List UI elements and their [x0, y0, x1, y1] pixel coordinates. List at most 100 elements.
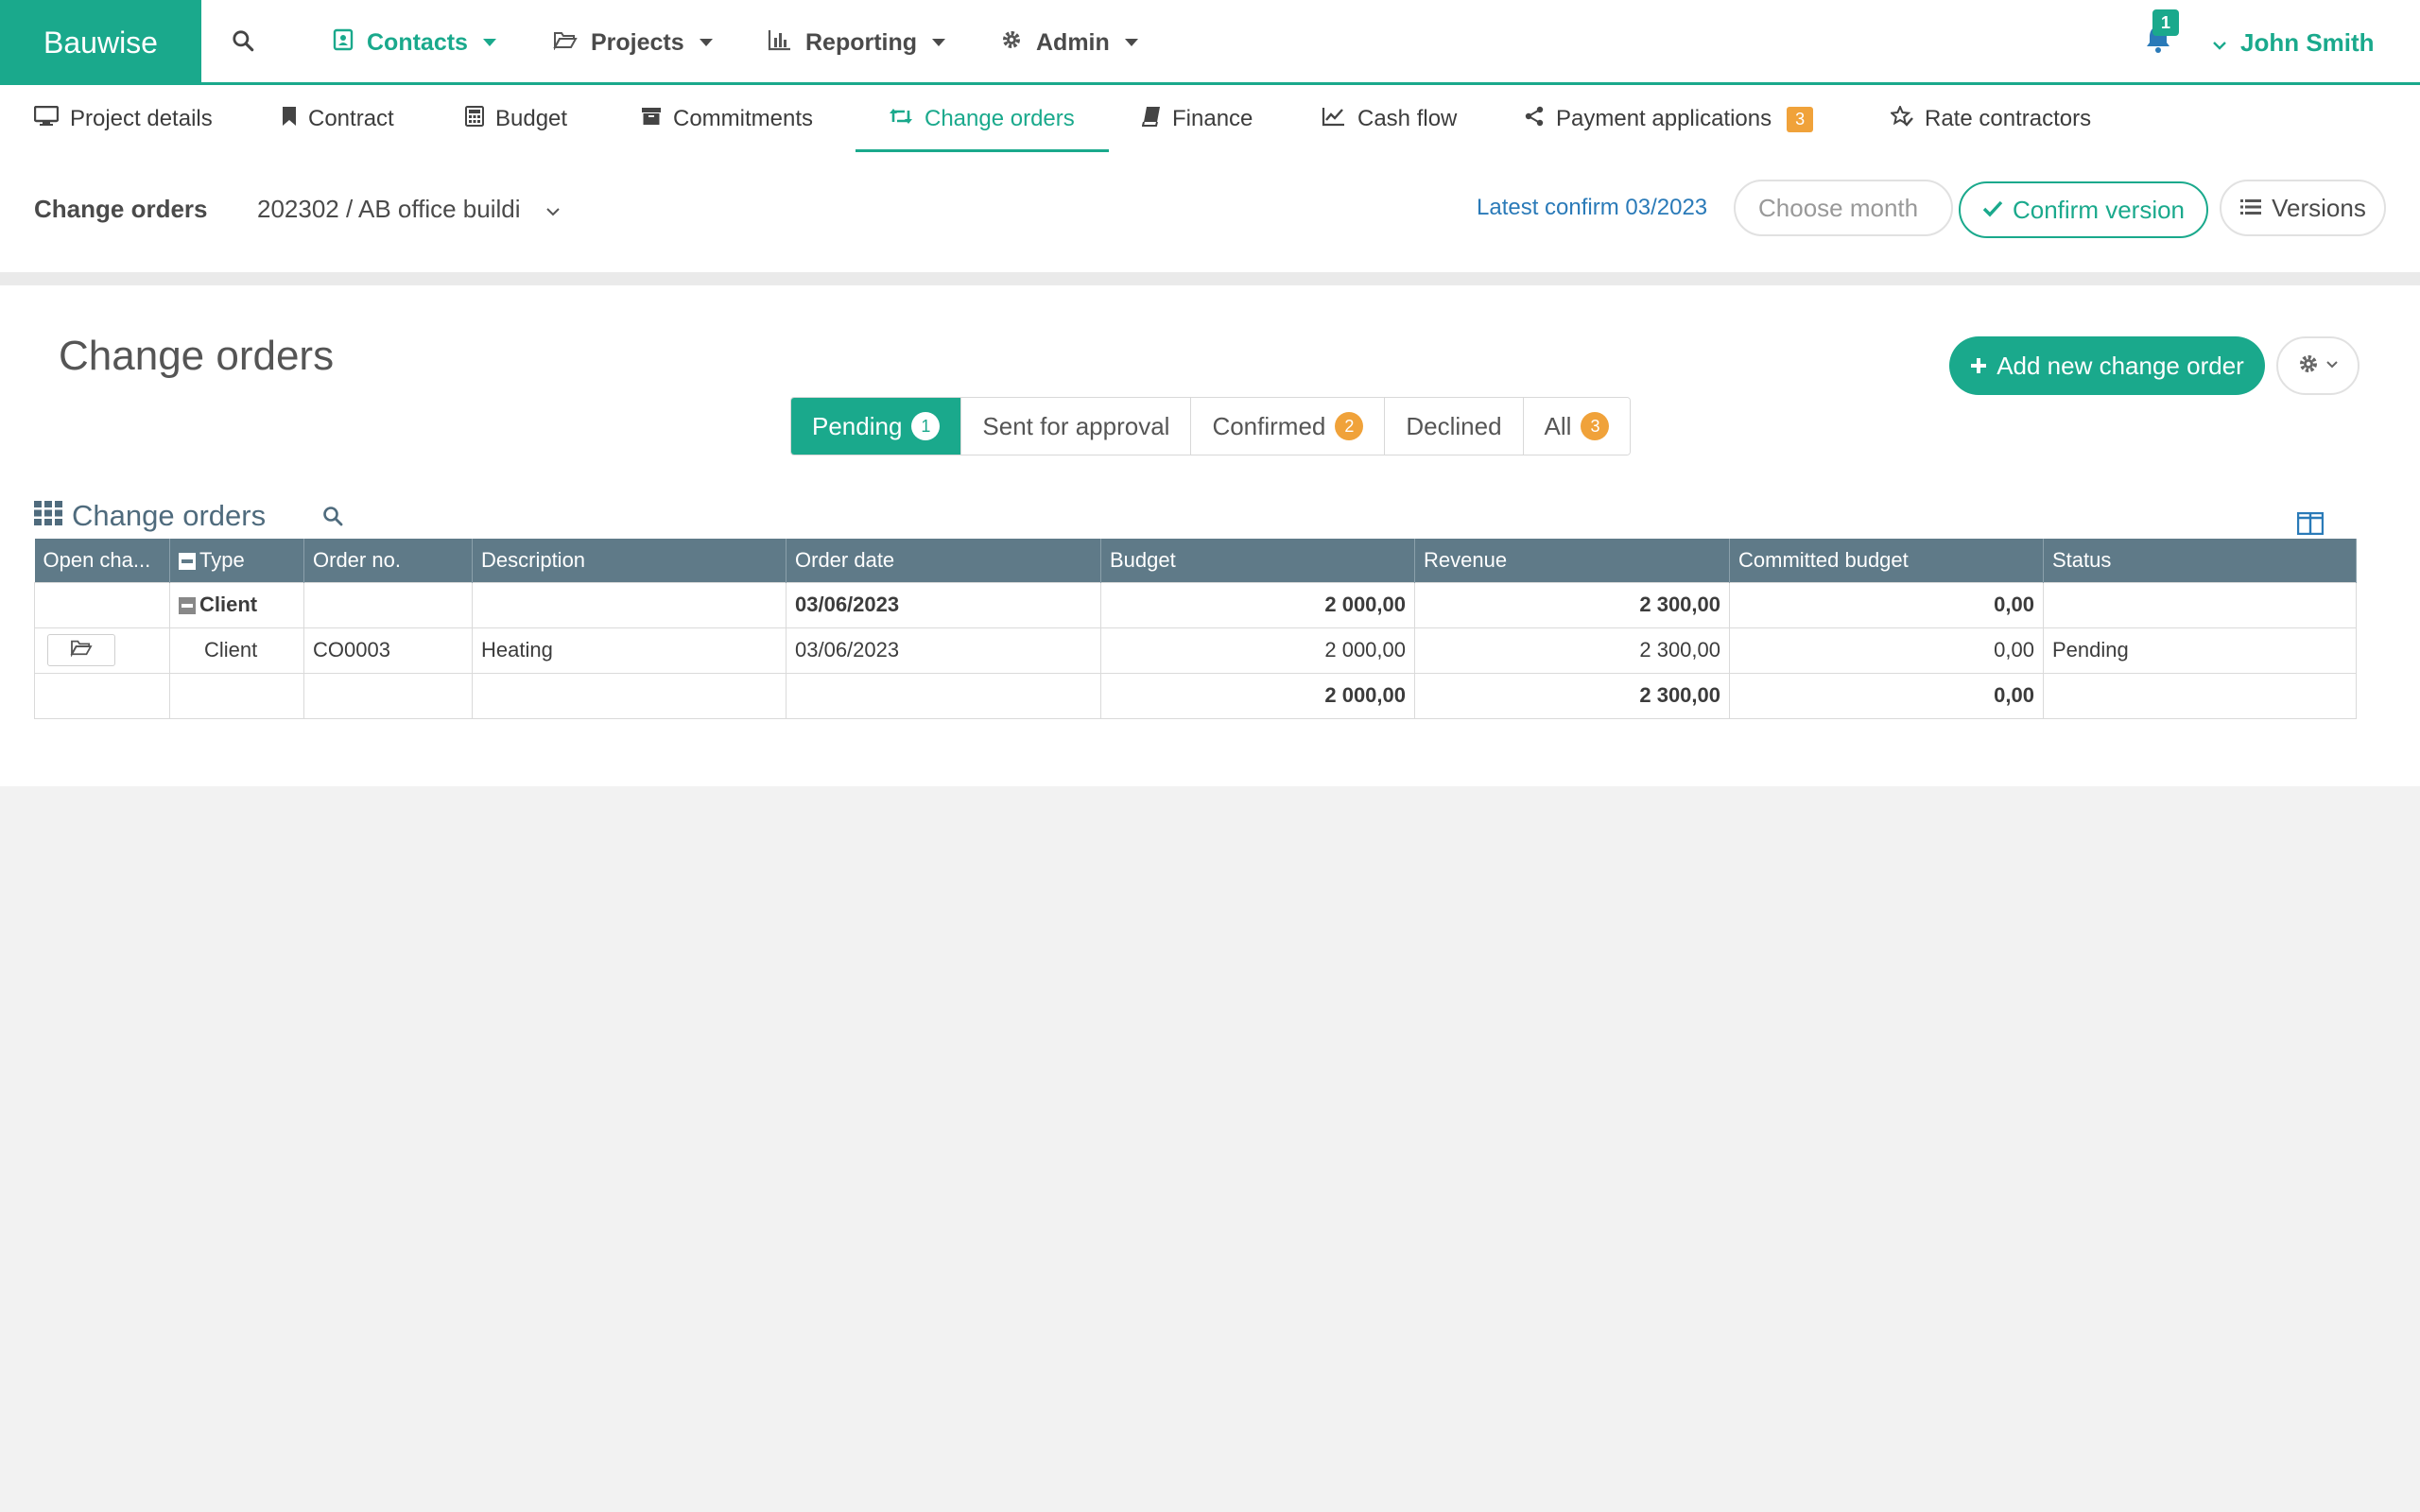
filter-label: Pending	[812, 411, 903, 440]
month-picker-input[interactable]: Choose month	[1734, 180, 1953, 236]
totals-cell-empty	[472, 672, 786, 719]
section-divider	[0, 272, 2420, 285]
grid-icon	[34, 499, 62, 533]
column-header-order-no[interactable]: Order no.	[303, 539, 473, 582]
nav-contacts[interactable]: Contacts	[333, 0, 496, 85]
totals-row: 2 000,00 2 300,00 0,00	[34, 672, 2357, 719]
versions-button[interactable]: Versions	[2220, 180, 2386, 236]
versions-label: Versions	[2272, 193, 2366, 222]
filter-count-badge: 3	[1581, 412, 1610, 440]
calculator-icon	[465, 105, 484, 133]
column-header-type[interactable]: Type	[169, 539, 304, 582]
row-order-no: CO0003	[303, 627, 473, 674]
grid-title: Change orders	[34, 499, 266, 533]
grid-search-icon[interactable]	[321, 505, 344, 532]
group-cell-empty	[2043, 581, 2357, 628]
bookmark-icon	[282, 106, 297, 133]
line-chart-icon	[1322, 106, 1346, 133]
group-committed: 0,00	[1729, 581, 2044, 628]
column-header-status[interactable]: Status	[2043, 539, 2357, 582]
column-header-budget[interactable]: Budget	[1100, 539, 1415, 582]
tab-contract[interactable]: Contract	[282, 85, 394, 153]
confirm-version-label: Confirm version	[2012, 195, 2186, 224]
nav-reporting[interactable]: Reporting	[768, 0, 946, 85]
totals-cell-empty	[303, 672, 473, 719]
grid-settings-button[interactable]	[2276, 336, 2360, 395]
filter-confirmed[interactable]: Confirmed 2	[1191, 398, 1386, 455]
row-revenue: 2 300,00	[1414, 627, 1730, 674]
filter-declined[interactable]: Declined	[1385, 398, 1524, 455]
table-row[interactable]: Client CO0003 Heating 03/06/2023 2 000,0…	[34, 627, 2357, 674]
column-header-revenue[interactable]: Revenue	[1414, 539, 1730, 582]
chevron-down-icon	[545, 195, 561, 224]
column-header-committed-budget[interactable]: Committed budget	[1729, 539, 2044, 582]
active-tab-indicator	[856, 149, 1109, 152]
caret-down-icon	[932, 39, 946, 46]
filter-all[interactable]: All 3	[1523, 398, 1631, 455]
collapse-group-icon[interactable]	[179, 597, 196, 615]
open-change-order-button[interactable]	[47, 634, 115, 666]
notification-count-badge: 1	[2152, 9, 2179, 36]
brand-logo[interactable]: Bauwise	[0, 0, 201, 85]
group-revenue: 2 300,00	[1414, 581, 1730, 628]
page-title: Change orders	[59, 333, 335, 379]
tab-label: Contract	[308, 106, 394, 131]
filter-sent-for-approval[interactable]: Sent for approval	[961, 398, 1192, 455]
user-name: John Smith	[2240, 27, 2375, 57]
tab-label: Budget	[495, 106, 568, 131]
tab-change-orders[interactable]: Change orders	[889, 85, 1075, 153]
group-cell-empty	[303, 581, 473, 628]
tab-finance[interactable]: Finance	[1141, 85, 1253, 153]
tab-payment-applications[interactable]: Payment applications 3	[1524, 85, 1814, 153]
status-filter-group: Pending 1 Sent for approval Confirmed 2 …	[790, 397, 1632, 455]
folder-open-icon	[553, 29, 578, 57]
retweet-icon	[889, 106, 913, 132]
project-selector[interactable]: 202302 / AB office buildi	[257, 195, 561, 224]
tab-budget[interactable]: Budget	[465, 85, 567, 153]
book-icon	[1141, 106, 1161, 133]
tab-rate-contractors[interactable]: Rate contractors	[1889, 85, 2091, 153]
nav-admin-label: Admin	[1036, 28, 1110, 56]
caret-down-icon	[699, 39, 713, 46]
column-header-open[interactable]: Open cha...	[34, 539, 170, 582]
add-change-order-button[interactable]: Add new change order	[1949, 336, 2265, 395]
contacts-icon	[333, 28, 354, 58]
group-cell-empty	[34, 581, 170, 628]
nav-projects[interactable]: Projects	[553, 0, 713, 85]
nav-contacts-label: Contacts	[367, 28, 468, 56]
nav-projects-label: Projects	[591, 28, 684, 56]
totals-cell-empty	[169, 672, 304, 719]
add-change-order-label: Add new change order	[1996, 351, 2244, 380]
nav-admin[interactable]: Admin	[1000, 0, 1138, 85]
caret-down-icon	[1124, 39, 1138, 46]
collapse-all-icon[interactable]	[179, 552, 196, 570]
page-label: Change orders	[34, 195, 208, 223]
row-type: Client	[169, 627, 304, 674]
chevron-down-icon	[2325, 357, 2339, 374]
filter-count-badge: 2	[1335, 412, 1364, 440]
confirm-version-button[interactable]: Confirm version	[1959, 181, 2208, 238]
column-header-order-date[interactable]: Order date	[786, 539, 1101, 582]
row-budget: 2 000,00	[1100, 627, 1415, 674]
tab-commitments[interactable]: Commitments	[641, 85, 813, 153]
tab-project-details[interactable]: Project details	[33, 85, 213, 153]
row-committed: 0,00	[1729, 627, 2044, 674]
star-check-icon	[1889, 103, 1913, 133]
user-menu[interactable]: John Smith	[2212, 0, 2375, 85]
column-header-description[interactable]: Description	[472, 539, 786, 582]
latest-confirm-link[interactable]: Latest confirm 03/2023	[1477, 195, 1707, 221]
project-selector-value: 202302 / AB office buildi	[257, 195, 521, 223]
search-icon[interactable]	[231, 28, 259, 57]
gear-icon	[2297, 352, 2320, 380]
tab-label: Finance	[1172, 106, 1253, 131]
filter-pending[interactable]: Pending 1	[791, 398, 962, 455]
group-type-cell[interactable]: Client	[169, 581, 304, 628]
split-view-icon[interactable]	[2296, 511, 2325, 540]
group-order-date: 03/06/2023	[786, 581, 1101, 628]
filter-label: All	[1544, 411, 1572, 440]
tab-cash-flow[interactable]: Cash flow	[1322, 85, 1457, 153]
project-tabs: Project details Contract Budget Commitme…	[0, 85, 2420, 153]
change-orders-table: Open cha... Type Order no. Description O…	[34, 539, 2357, 719]
archive-icon	[641, 106, 662, 132]
tab-label: Project details	[70, 106, 213, 131]
